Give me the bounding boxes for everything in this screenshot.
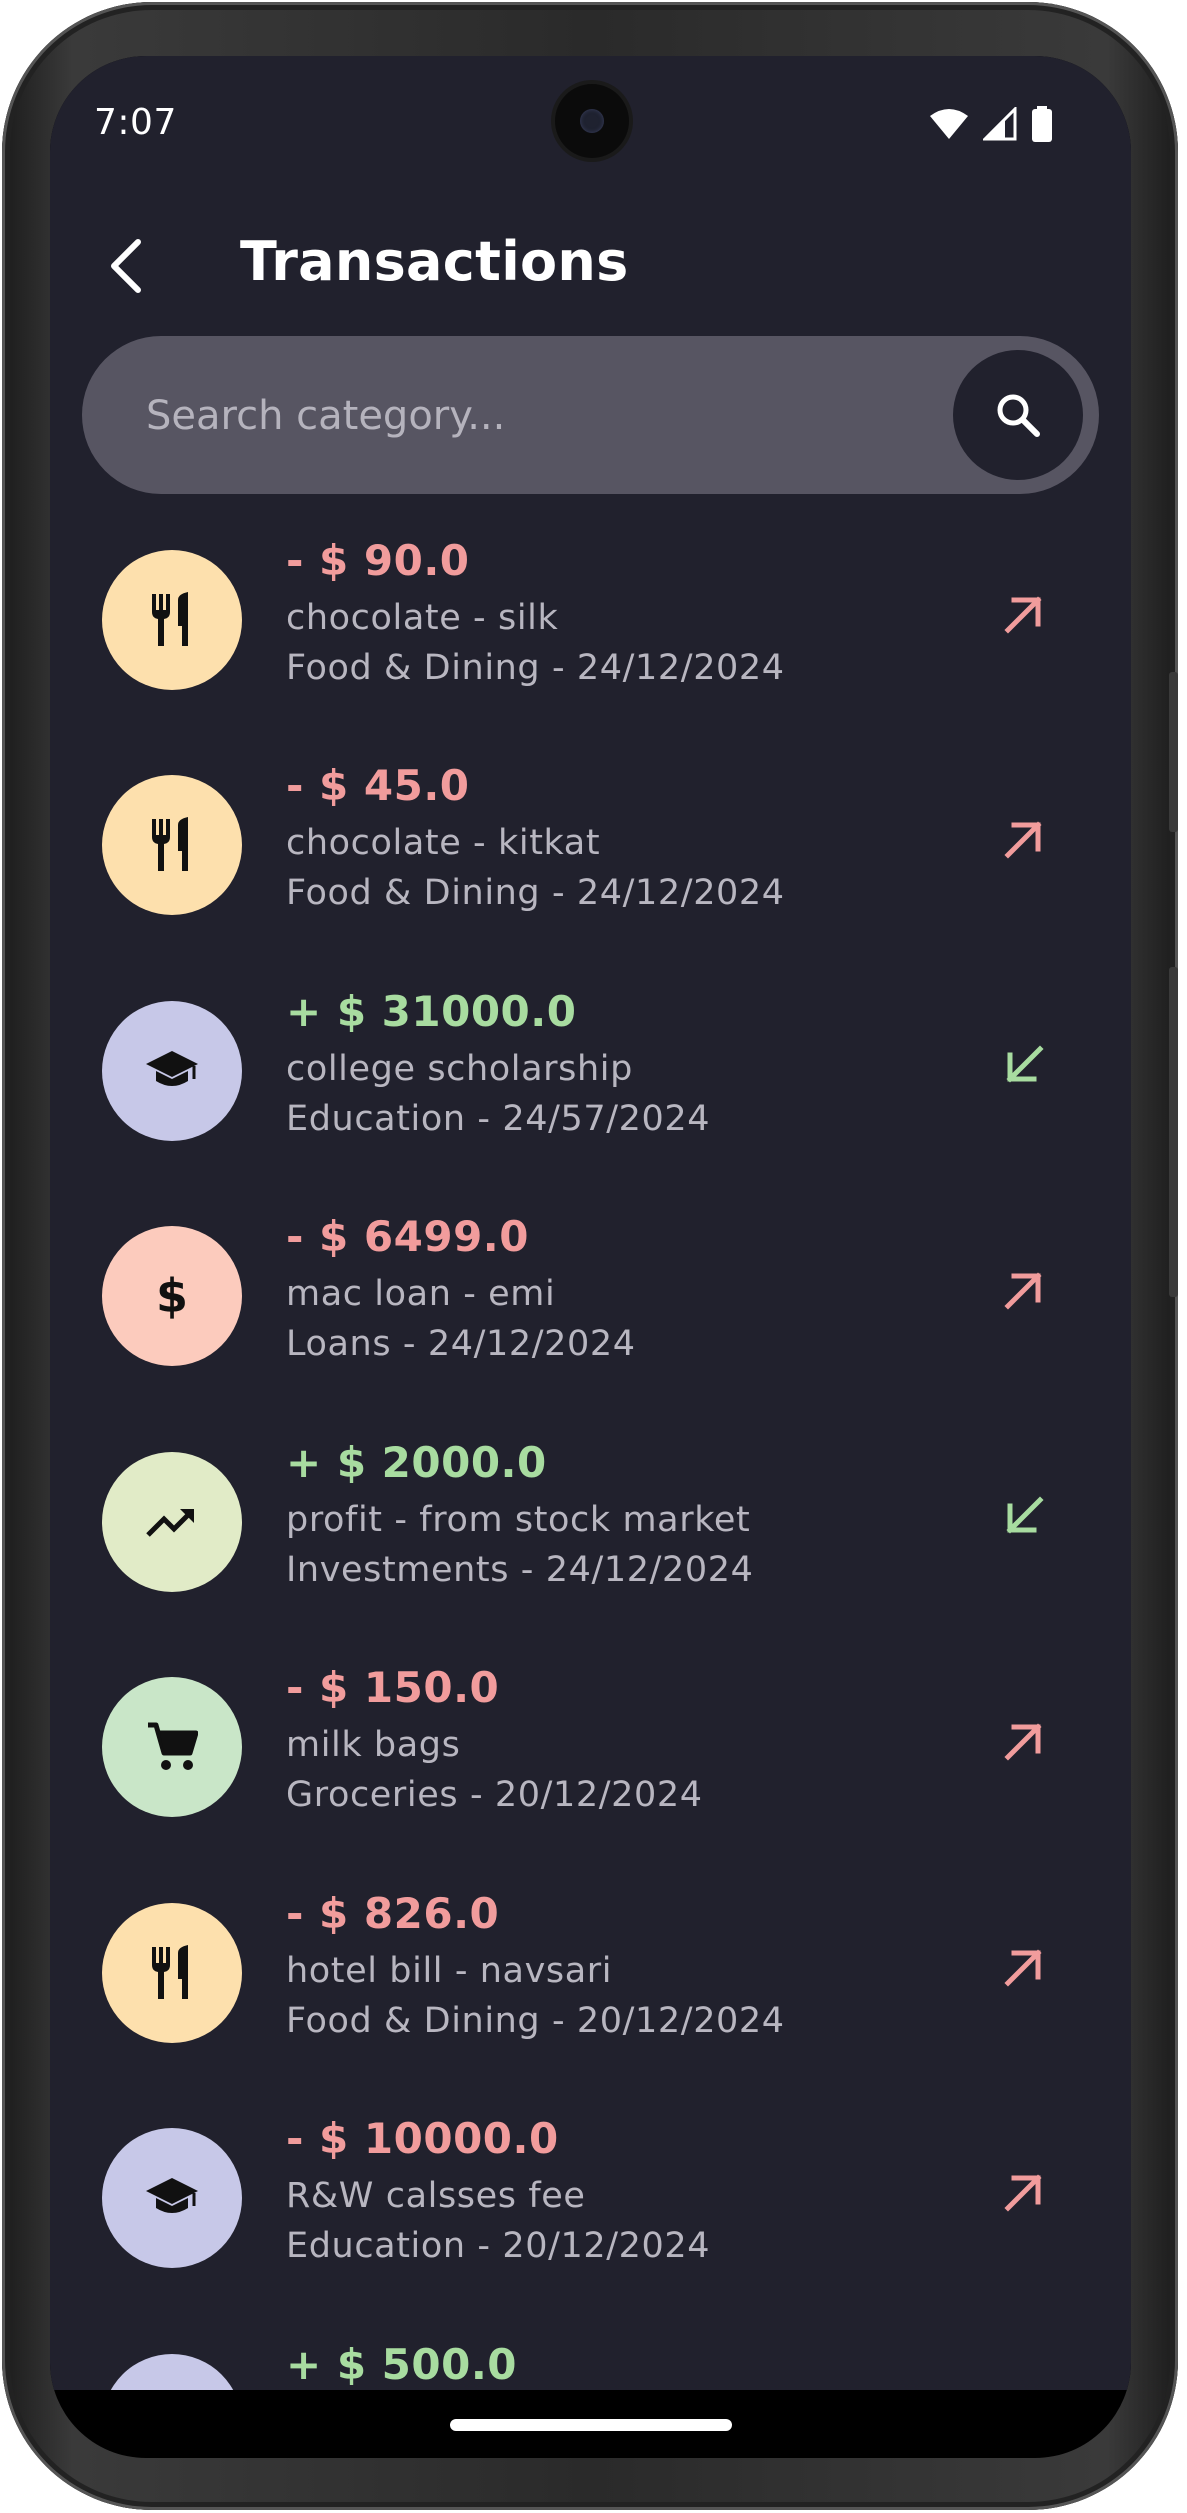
transaction-description: R&W calsses fee <box>286 2176 586 2216</box>
arrow-outward-icon <box>1004 596 1042 634</box>
arrow-back-icon <box>111 239 141 293</box>
category-avatar <box>102 1903 242 2043</box>
restaurant-icon <box>152 1945 188 1999</box>
transaction-category-date: Education - 20/12/2024 <box>286 2226 711 2266</box>
arrow-outward-icon <box>1004 821 1042 859</box>
transaction-row[interactable]: - $ 826.0 hotel bill - navsari Food & Di… <box>50 1889 1131 2115</box>
phone-frame: 7:07 Transactions Search category... - $… <box>2 2 1178 2510</box>
dollar-icon: $ <box>155 1269 188 1323</box>
arrow-outward-icon <box>1004 1272 1042 1310</box>
volume-button <box>1169 967 1178 1297</box>
arrow-inward-icon <box>1006 1496 1044 1534</box>
screen: 7:07 Transactions Search category... - $… <box>50 56 1131 2458</box>
transaction-category-date: Investments - 24/12/2024 <box>286 1550 754 1590</box>
arrow-outward-icon <box>1004 1949 1042 1987</box>
trending-up-icon <box>146 1509 194 1537</box>
transaction-amount: - $ 10000.0 <box>286 2114 559 2163</box>
transaction-description: mac loan - emi <box>286 1274 556 1314</box>
transaction-description: college scholarship <box>286 1049 633 1089</box>
home-indicator[interactable] <box>450 2419 732 2431</box>
arrow-outward-icon <box>1004 1723 1042 1761</box>
transaction-amount: + $ 500.0 <box>286 2340 518 2389</box>
transaction-row[interactable]: - $ 45.0 chocolate - kitkat Food & Dinin… <box>50 761 1131 987</box>
transaction-row[interactable]: + $ 31000.0 college scholarship Educatio… <box>50 987 1131 1213</box>
transaction-category-date: Food & Dining - 20/12/2024 <box>286 2001 785 2041</box>
signal-icon <box>983 107 1017 141</box>
transaction-category-date: Groceries - 20/12/2024 <box>286 1775 703 1815</box>
category-avatar <box>102 2128 242 2268</box>
battery-icon <box>1032 106 1052 142</box>
transaction-amount: - $ 6499.0 <box>286 1212 529 1261</box>
search-input[interactable] <box>144 336 928 496</box>
transaction-amount: + $ 31000.0 <box>286 987 577 1036</box>
transaction-row[interactable]: + $ 2000.0 profit - from stock market In… <box>50 1438 1131 1664</box>
transaction-description: chocolate - silk <box>286 598 559 638</box>
transaction-amount: - $ 826.0 <box>286 1889 500 1938</box>
school-icon <box>146 2178 198 2213</box>
category-avatar <box>102 2354 242 2390</box>
category-avatar <box>102 775 242 915</box>
transaction-amount: - $ 45.0 <box>286 761 470 810</box>
restaurant-icon <box>152 817 188 871</box>
transaction-amount: - $ 90.0 <box>286 536 470 585</box>
transaction-category-date: Loans - 24/12/2024 <box>286 1324 636 1364</box>
category-avatar <box>102 1452 242 1592</box>
transaction-description: profit - from stock market <box>286 1500 751 1540</box>
search-button[interactable] <box>953 350 1083 480</box>
transaction-description: milk bags <box>286 1725 461 1765</box>
search-icon <box>997 394 1040 437</box>
status-time: 7:07 <box>94 102 177 143</box>
top-app-bar: Transactions <box>50 216 1131 316</box>
wifi-icon <box>930 109 968 139</box>
school-icon <box>146 1051 198 1086</box>
transaction-amount: + $ 2000.0 <box>286 1438 547 1487</box>
category-avatar <box>102 1677 242 1817</box>
arrow-inward-icon <box>1006 1045 1044 1083</box>
status-icons <box>929 106 1053 142</box>
arrow-outward-icon <box>1004 2174 1042 2212</box>
cart-icon <box>148 1722 198 1770</box>
page-title: Transactions <box>240 230 629 293</box>
transaction-row[interactable]: $ - $ 6499.0 mac loan - emi Loans - 24/1… <box>50 1212 1131 1438</box>
transactions-screen: 7:07 Transactions Search category... - $… <box>50 56 1131 2390</box>
back-button[interactable] <box>96 236 156 296</box>
front-camera <box>555 84 629 158</box>
transaction-amount: - $ 150.0 <box>286 1663 500 1712</box>
transaction-description: hotel bill - navsari <box>286 1951 613 1991</box>
transaction-category-date: Food & Dining - 24/12/2024 <box>286 648 785 688</box>
power-button <box>1169 672 1178 832</box>
search-bar <box>82 336 1099 496</box>
transaction-row[interactable]: - $ 10000.0 R&W calsses fee Education - … <box>50 2114 1131 2340</box>
transaction-row[interactable]: + $ 500.0 <box>50 2340 1131 2390</box>
category-avatar: $ <box>102 1226 242 1366</box>
category-avatar <box>102 1001 242 1141</box>
transaction-description: chocolate - kitkat <box>286 823 601 863</box>
transaction-row[interactable]: - $ 150.0 milk bags Groceries - 20/12/20… <box>50 1663 1131 1889</box>
category-avatar <box>102 550 242 690</box>
restaurant-icon <box>152 592 188 646</box>
transaction-category-date: Education - 24/57/2024 <box>286 1099 711 1139</box>
transaction-row[interactable]: - $ 90.0 chocolate - silk Food & Dining … <box>50 536 1131 762</box>
transaction-category-date: Food & Dining - 24/12/2024 <box>286 873 785 913</box>
